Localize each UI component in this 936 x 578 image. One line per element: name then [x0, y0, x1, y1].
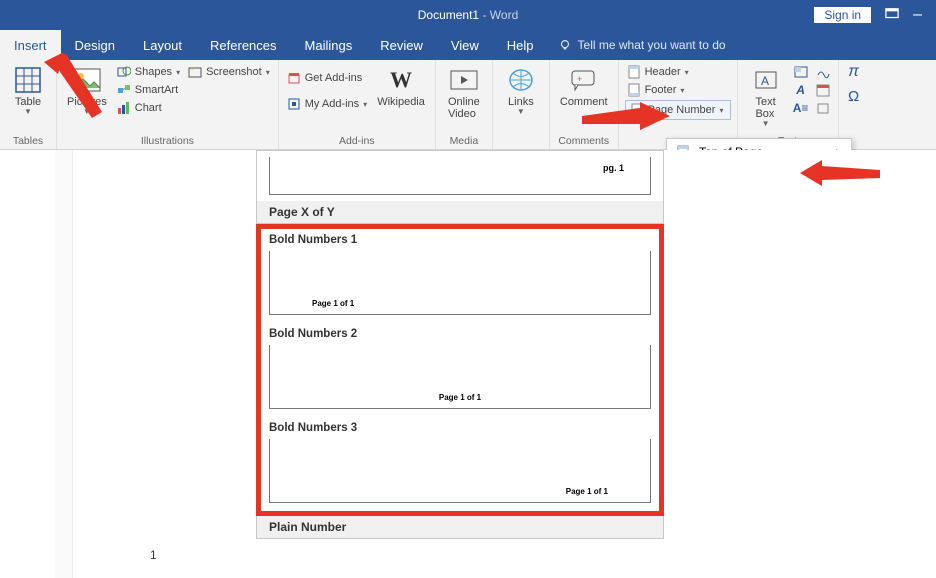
tab-references[interactable]: References: [196, 30, 290, 60]
links-button[interactable]: Links▼: [499, 62, 543, 119]
get-addins-button[interactable]: Get Add-ins: [285, 70, 369, 86]
footer-icon: [627, 83, 641, 97]
group-addins: Get Add-ins My Add-ins ▾ W Wikipedia Add…: [279, 60, 436, 149]
group-text: A Text Box▼ A A≡ Text: [738, 60, 839, 149]
group-symbols: π Ω: [839, 60, 869, 149]
quick-parts-icon: [794, 65, 808, 79]
svg-text:#: #: [634, 107, 639, 116]
group-links: Links▼: [493, 60, 550, 149]
page-number-gallery: pg. 1 Page X of Y Bold Numbers 1 Page 1 …: [256, 150, 664, 539]
chart-icon: [117, 101, 131, 115]
wordart-button[interactable]: A: [792, 82, 810, 98]
tell-me-search[interactable]: Tell me what you want to do: [548, 30, 736, 60]
gallery-bold-numbers-3[interactable]: Bold Numbers 3 Page 1 of 1: [261, 417, 659, 503]
signature-icon: [816, 65, 830, 79]
screenshot-icon: [188, 65, 202, 79]
quick-parts-button[interactable]: [792, 64, 810, 80]
group-comments: + Comment Comments: [550, 60, 619, 149]
page-number-indicator: 1: [150, 548, 157, 562]
smartart-button[interactable]: SmartArt: [115, 82, 182, 98]
page-number-icon: #: [630, 103, 644, 117]
minimize-icon[interactable]: –: [913, 11, 922, 19]
table-button[interactable]: Table▼: [6, 62, 50, 119]
header-button[interactable]: Header ▾: [625, 64, 731, 80]
gallery-bold-numbers-2[interactable]: Bold Numbers 2 Page 1 of 1: [261, 323, 659, 409]
group-tables: Table▼ Tables: [0, 60, 57, 149]
link-icon: [508, 68, 534, 92]
equation-icon: π: [848, 63, 859, 81]
addins-icon: [287, 97, 301, 111]
ribbon: Table▼ Tables Pictures▼ Shapes ▾ SmartAr…: [0, 60, 936, 150]
window-title: Document1 - Word: [418, 8, 519, 22]
tab-view[interactable]: View: [437, 30, 493, 60]
gallery-preview-current[interactable]: pg. 1: [256, 150, 664, 201]
screenshot-button[interactable]: Screenshot ▾: [186, 64, 272, 80]
ribbon-display-icon[interactable]: [885, 7, 899, 24]
tab-design[interactable]: Design: [61, 30, 129, 60]
table-icon: [15, 67, 41, 93]
page-number-button[interactable]: #Page Number ▾: [625, 100, 731, 120]
shapes-icon: [117, 65, 131, 79]
footer-button[interactable]: Footer ▾: [625, 82, 731, 98]
tab-insert[interactable]: Insert: [0, 30, 61, 60]
highlighted-options: Bold Numbers 1 Page 1 of 1 Bold Numbers …: [256, 224, 664, 516]
object-button[interactable]: [814, 100, 832, 116]
object-icon: [816, 101, 830, 115]
tab-mailings[interactable]: Mailings: [291, 30, 367, 60]
symbol-icon: Ω: [848, 88, 859, 105]
pictures-button[interactable]: Pictures▼: [63, 62, 111, 119]
video-icon: [450, 68, 478, 92]
signature-line-button[interactable]: [814, 64, 832, 80]
group-illustrations: Pictures▼ Shapes ▾ SmartArt Chart Screen…: [57, 60, 279, 149]
drop-cap-button[interactable]: A≡: [792, 100, 810, 116]
my-addins-button[interactable]: My Add-ins ▾: [285, 96, 369, 112]
tab-help[interactable]: Help: [493, 30, 548, 60]
smartart-icon: [117, 83, 131, 97]
sign-in-button[interactable]: Sign in: [814, 7, 871, 23]
tab-review[interactable]: Review: [366, 30, 437, 60]
document-canvas: 1 ▲ pg. 1 Page X of Y Bold Numbers 1 Pag…: [0, 150, 936, 578]
vertical-ruler: [55, 150, 73, 578]
title-bar: Document1 - Word Sign in –: [0, 0, 936, 30]
wikipedia-icon: W: [390, 68, 412, 92]
wikipedia-button[interactable]: W Wikipedia: [373, 62, 429, 110]
shapes-button[interactable]: Shapes ▾: [115, 64, 182, 80]
svg-text:+: +: [577, 74, 582, 84]
comment-button[interactable]: + Comment: [556, 62, 612, 110]
pictures-icon: [73, 68, 101, 92]
header-icon: [627, 65, 641, 79]
group-header-footer: Header ▾ Footer ▾ #Page Number ▾: [619, 60, 738, 149]
date-icon: [816, 83, 830, 97]
equation-button[interactable]: π: [845, 64, 863, 80]
date-time-button[interactable]: [814, 82, 832, 98]
text-box-button[interactable]: A Text Box▼: [744, 62, 788, 131]
online-video-button[interactable]: Online Video: [442, 62, 486, 122]
chart-button[interactable]: Chart: [115, 100, 182, 116]
tab-layout[interactable]: Layout: [129, 30, 196, 60]
gallery-section-plain: Plain Number: [256, 516, 664, 539]
wordart-icon: A: [796, 83, 805, 97]
gallery-section-xofy: Page X of Y: [256, 201, 664, 224]
comment-icon: +: [570, 68, 598, 92]
text-box-icon: A: [754, 68, 778, 92]
symbol-button[interactable]: Ω: [845, 88, 863, 104]
gallery-bold-numbers-1[interactable]: Bold Numbers 1 Page 1 of 1: [261, 229, 659, 315]
drop-cap-icon: A≡: [793, 101, 809, 115]
store-icon: [287, 71, 301, 85]
ribbon-tabs: Insert Design Layout References Mailings…: [0, 30, 936, 60]
group-media: Online Video Media: [436, 60, 493, 149]
svg-text:A: A: [761, 74, 769, 88]
